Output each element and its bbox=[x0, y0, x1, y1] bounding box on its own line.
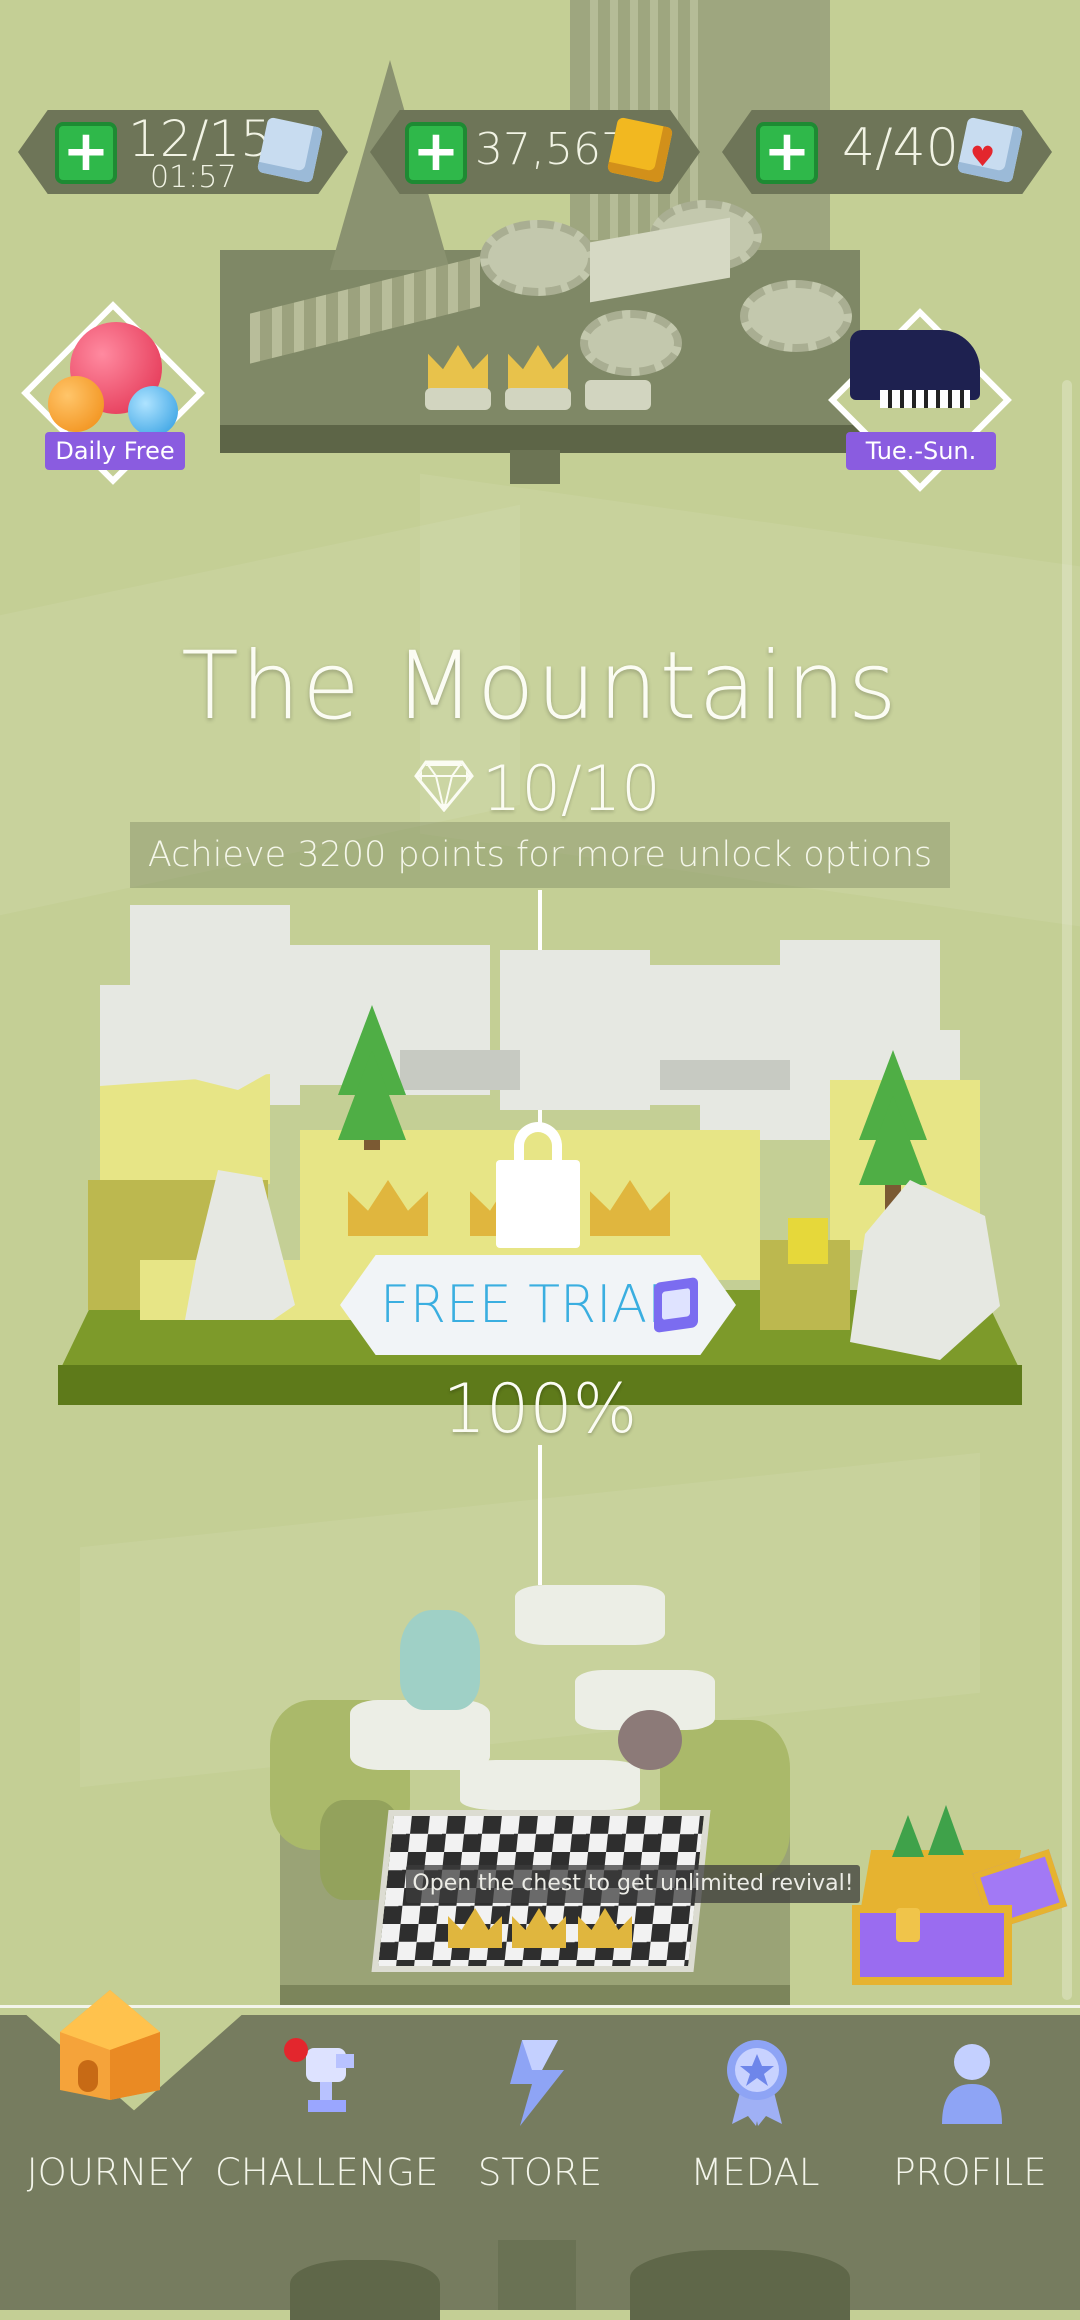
jade-figure bbox=[400, 1610, 480, 1710]
partial-gate-peek bbox=[498, 2240, 576, 2310]
gem-count: 10/10 bbox=[482, 752, 661, 825]
treasure-chest-icon bbox=[852, 1905, 1012, 1985]
tree-icon bbox=[859, 1095, 927, 1185]
chest-lock bbox=[896, 1908, 920, 1942]
nav-label-profile: PROFILE bbox=[893, 2151, 1047, 2194]
tree-icon bbox=[338, 1050, 406, 1140]
rock-shadow bbox=[660, 1060, 790, 1090]
blue-cube-icon bbox=[256, 116, 324, 184]
rock-block bbox=[500, 950, 650, 1110]
diamond-outline-icon bbox=[414, 760, 474, 812]
free-trial-label: FREE TRIAL bbox=[380, 1275, 677, 1335]
medal-icon bbox=[722, 2036, 792, 2126]
path-connector bbox=[538, 1445, 542, 1585]
gold-cube-icon bbox=[606, 116, 674, 184]
gear-icon bbox=[740, 280, 852, 352]
island-pillar bbox=[510, 450, 560, 484]
crown-slot-empty bbox=[585, 380, 651, 410]
partial-island-peek bbox=[290, 2260, 440, 2320]
gear-icon bbox=[580, 310, 682, 376]
crown-pedestal bbox=[425, 388, 491, 410]
level-progress: 100% bbox=[442, 1370, 638, 1449]
piano-keys bbox=[880, 390, 970, 408]
cloud bbox=[515, 1585, 665, 1645]
gear-icon bbox=[480, 220, 596, 296]
lives-timer: 01:57 bbox=[150, 160, 237, 195]
piano-schedule-label: Tue.-Sun. bbox=[846, 432, 996, 470]
add-hearts-button[interactable]: + bbox=[756, 122, 818, 184]
teapot-icon bbox=[618, 1710, 682, 1770]
heart-icon: ♥ bbox=[970, 140, 996, 173]
island-edge bbox=[220, 425, 860, 453]
profile-icon bbox=[936, 2040, 1006, 2124]
nav-label-medal: MEDAL bbox=[690, 2151, 820, 2194]
cloud bbox=[350, 1700, 490, 1770]
unlock-hint-text: Achieve 3200 points for more unlock opti… bbox=[147, 835, 933, 875]
nav-label-challenge: CHALLENGE bbox=[215, 2151, 439, 2194]
nav-label-journey: JOURNEY bbox=[26, 2151, 194, 2194]
video-ad-icon-screen bbox=[662, 1288, 690, 1320]
hearts-value: 4/40 bbox=[842, 118, 959, 178]
coins-value: 37,567 bbox=[475, 124, 629, 175]
add-coins-button[interactable]: + bbox=[405, 122, 467, 184]
crown-pedestal bbox=[505, 388, 571, 410]
cloud bbox=[460, 1760, 640, 1810]
store-icon bbox=[502, 2040, 572, 2126]
gem-orange bbox=[48, 376, 104, 432]
nav-label-store: STORE bbox=[477, 2151, 603, 2194]
chest-tree-icon bbox=[928, 1805, 964, 1855]
rock-shadow bbox=[400, 1050, 520, 1090]
level-title: The Mountains bbox=[181, 632, 899, 741]
island-edge bbox=[280, 1985, 790, 2007]
gem-blue bbox=[128, 386, 178, 436]
scrollbar-track[interactable] bbox=[1062, 380, 1072, 2000]
yellow-cube bbox=[788, 1218, 828, 1264]
notification-dot bbox=[284, 2038, 308, 2062]
chest-tree-icon bbox=[892, 1815, 924, 1857]
nav-divider bbox=[270, 2005, 1080, 2008]
home-icon bbox=[60, 1990, 160, 2100]
chest-tooltip: Open the chest to get unlimited revival! bbox=[406, 1865, 860, 1903]
add-lives-button[interactable]: + bbox=[55, 122, 117, 184]
daily-free-label: Daily Free bbox=[45, 432, 185, 470]
padlock-icon bbox=[496, 1160, 580, 1248]
